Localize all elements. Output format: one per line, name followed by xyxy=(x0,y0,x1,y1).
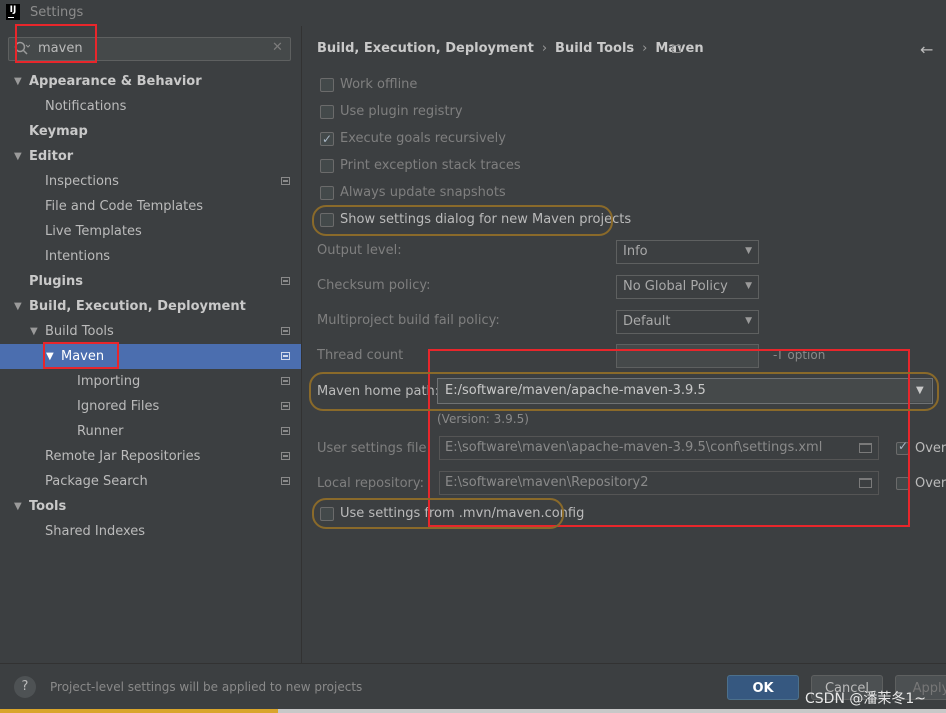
sidebar-item-build-execution-deployment[interactable]: ▼ Build, Execution, Deployment xyxy=(0,294,301,319)
sidebar-item-keymap[interactable]: Keymap xyxy=(0,119,301,144)
chevron-down-icon: ▼ xyxy=(745,281,752,291)
sidebar-item-runner[interactable]: Runner xyxy=(0,419,301,444)
window-title: Settings xyxy=(30,5,84,20)
checkbox-box[interactable] xyxy=(320,159,334,173)
sidebar-item-tools[interactable]: ▼ Tools xyxy=(0,494,301,519)
panel-divider[interactable] xyxy=(301,26,302,663)
override-label: Overr xyxy=(915,476,946,491)
project-level-icon xyxy=(281,352,290,360)
highlight-outline xyxy=(312,205,613,236)
sidebar-item-notifications[interactable]: Notifications xyxy=(0,94,301,119)
sidebar-item-file-code-templates[interactable]: File and Code Templates xyxy=(0,194,301,219)
checksum-policy-select[interactable]: No Global Policy ▼ xyxy=(616,275,759,299)
chevron-down-icon[interactable]: ▼ xyxy=(14,69,22,94)
sidebar-item-build-tools[interactable]: ▼ Build Tools xyxy=(0,319,301,344)
title-bar xyxy=(0,0,946,26)
sidebar-item-package-search[interactable]: Package Search xyxy=(0,469,301,494)
chevron-down-icon[interactable]: ▼ xyxy=(30,319,38,344)
red-highlight-search xyxy=(15,24,97,63)
breadcrumb-separator: › xyxy=(541,41,548,56)
chevron-down-icon: ▼ xyxy=(745,316,752,326)
sidebar-item-importing[interactable]: Importing xyxy=(0,369,301,394)
sidebar-item-appearance-behavior[interactable]: ▼ Appearance & Behavior xyxy=(0,69,301,94)
chevron-down-icon: ▼ xyxy=(745,246,752,256)
highlight-outline xyxy=(312,498,564,529)
ok-button[interactable]: OK xyxy=(727,675,799,700)
sidebar-item-ignored-files[interactable]: Ignored Files xyxy=(0,394,301,419)
project-level-icon xyxy=(281,377,290,385)
multiproject-fail-policy-label: Multiproject build fail policy: xyxy=(317,313,500,328)
footer-status-text: Project-level settings will be applied t… xyxy=(50,680,363,694)
chevron-down-icon[interactable]: ▼ xyxy=(14,294,22,319)
sidebar-item-inspections[interactable]: Inspections xyxy=(0,169,301,194)
project-level-icon xyxy=(281,327,290,335)
thread-count-label: Thread count xyxy=(317,348,404,363)
override-label: Overr xyxy=(915,441,946,456)
intellij-app-icon: IJ xyxy=(6,4,20,20)
project-level-icon xyxy=(281,277,290,285)
checkbox-box[interactable] xyxy=(320,78,334,92)
project-level-icon xyxy=(281,427,290,435)
local-repository-label: Local repository: xyxy=(317,476,424,491)
breadcrumb-separator: › xyxy=(642,41,648,56)
project-level-icon xyxy=(281,177,290,185)
sidebar-item-shared-indexes[interactable]: Shared Indexes xyxy=(0,519,301,544)
watermark: CSDN @潘茉冬1~ xyxy=(805,691,927,707)
checkbox-box[interactable] xyxy=(320,186,334,200)
sidebar-item-remote-jar-repositories[interactable]: Remote Jar Repositories xyxy=(0,444,301,469)
sidebar-item-intentions[interactable]: Intentions xyxy=(0,244,301,269)
project-level-icon xyxy=(281,452,290,460)
red-highlight-maven xyxy=(43,342,119,369)
checksum-policy-label: Checksum policy: xyxy=(317,278,431,293)
taskbar-segment xyxy=(0,709,278,713)
breadcrumb-item[interactable]: Build Tools xyxy=(555,41,634,56)
breadcrumb: Build, Execution, Deployment › Build Tools… xyxy=(317,41,704,56)
output-level-label: Output level: xyxy=(317,243,402,258)
output-level-select[interactable]: Info ▼ xyxy=(616,240,759,264)
breadcrumb-item[interactable]: Build, Execution, Deployment xyxy=(317,41,534,56)
checkbox-box[interactable] xyxy=(320,105,334,119)
multiproject-fail-policy-select[interactable]: Default ▼ xyxy=(616,310,759,334)
user-settings-file-label: User settings file: xyxy=(317,441,431,456)
clear-search-icon[interactable]: ✕ xyxy=(272,40,283,55)
back-arrow-icon[interactable]: ← xyxy=(920,40,933,59)
checkbox-box-checked[interactable] xyxy=(320,130,334,148)
sidebar-item-editor[interactable]: ▼ Editor xyxy=(0,144,301,169)
chevron-down-icon[interactable]: ▼ xyxy=(14,494,22,519)
project-level-icon xyxy=(281,477,290,485)
project-level-icon xyxy=(281,402,290,410)
project-level-icon xyxy=(672,45,681,53)
chevron-down-icon[interactable]: ▼ xyxy=(14,144,22,169)
highlight-outline xyxy=(309,372,939,411)
help-icon[interactable]: ? xyxy=(14,676,36,698)
sidebar-item-plugins[interactable]: Plugins xyxy=(0,269,301,294)
sidebar-item-live-templates[interactable]: Live Templates xyxy=(0,219,301,244)
